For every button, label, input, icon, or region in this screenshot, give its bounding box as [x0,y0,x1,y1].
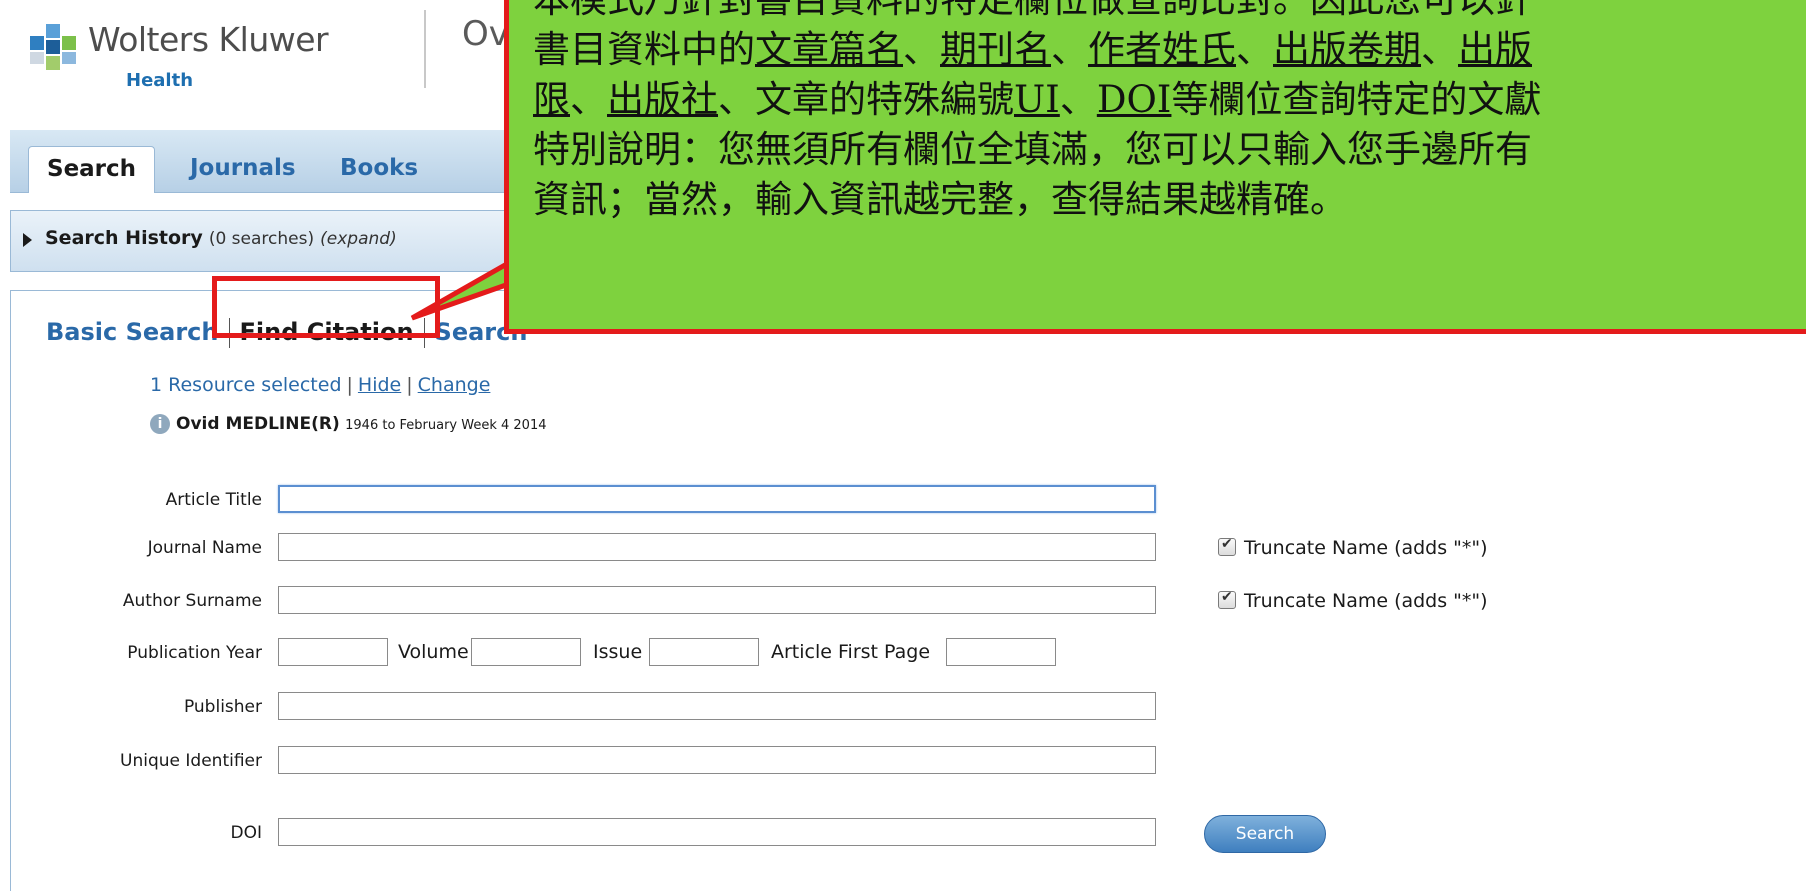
publication-year-input[interactable] [278,638,388,666]
publisher-input[interactable] [278,692,1156,720]
mode-basic-search[interactable]: Basic Search [46,318,219,346]
volume-input[interactable] [471,638,581,666]
callout-line-4: 特別說明：您無須所有欄位全填滿，您可以只輸入您手邊所有 [533,128,1532,171]
doi-input[interactable] [278,818,1156,846]
truncate-journal-label: Truncate Name (adds "*") [1244,537,1488,559]
expand-arrow-icon[interactable] [23,233,32,247]
author-surname-input[interactable] [278,586,1156,614]
callout-line-5: 資訊；當然，輸入資訊越完整，查得結果越精確。 [533,178,1347,221]
search-history-text: Search History (0 searches) (expand) [45,227,397,249]
callout-line-3: 限、出版社、文章的特殊編號UI、DOI等欄位查詢特定的文獻 [533,78,1542,121]
journal-name-label: Journal Name [147,538,262,558]
issue-input[interactable] [649,638,759,666]
header-divider [424,10,426,88]
tab-journals[interactable]: Journals [172,146,314,192]
search-button[interactable]: Search [1204,815,1326,853]
callout-line-2: 書目資料中的文章篇名、期刊名、作者姓氏、出版卷期、出版 [533,28,1532,71]
article-first-page-label: Article First Page [771,641,931,663]
database-name: Ovid MEDLINE(R) [176,414,340,434]
truncate-author-checkbox[interactable] [1218,589,1236,609]
search-history-label[interactable]: Search History [45,227,203,249]
resource-selection: 1 Resource selected | Hide | Change [150,374,491,396]
publisher-label: Publisher [183,697,262,717]
brand-name: Wolters Kluwer [88,20,329,59]
database-range: 1946 to February Week 4 2014 [345,418,547,433]
doi-label: DOI [230,823,263,843]
article-title-label: Article Title [165,490,262,510]
info-icon[interactable]: i [150,414,170,434]
tab-books[interactable]: Books [322,146,436,192]
product-title: Ov [462,14,509,54]
resource-selected-count: 1 Resource selected [150,374,342,396]
brand-subtitle: Health [126,70,194,91]
journal-name-input[interactable] [278,533,1156,561]
hide-link[interactable]: Hide [358,374,401,396]
truncate-author-option[interactable]: Truncate Name (adds "*") [1218,589,1488,612]
unique-identifier-input[interactable] [278,746,1156,774]
publication-year-label: Publication Year [127,643,262,663]
wolters-kluwer-logo: Wolters Kluwer Health [28,12,408,91]
search-history-count: (0 searches) [208,229,315,249]
database-info: i Ovid MEDLINE(R) 1946 to February Week 4… [150,414,547,434]
callout-text: 本模式乃針對書目資料的特定欄位做查詢比對。因此您可以針 書目資料中的文章篇名、期… [533,0,1541,225]
truncate-journal-checkbox[interactable] [1218,536,1236,556]
change-link[interactable]: Change [418,374,491,396]
article-first-page-input[interactable] [946,638,1056,666]
search-history-expand[interactable]: (expand) [320,229,397,249]
volume-label: Volume [398,641,469,663]
author-surname-label: Author Surname [122,591,262,611]
truncate-author-label: Truncate Name (adds "*") [1244,590,1488,612]
article-title-input[interactable] [278,485,1156,513]
issue-label: Issue [593,641,643,663]
truncate-journal-option[interactable]: Truncate Name (adds "*") [1218,536,1488,559]
annotation-callout: 本模式乃針對書目資料的特定欄位做查詢比對。因此您可以針 書目資料中的文章篇名、期… [504,0,1806,334]
unique-identifier-label: Unique Identifier [120,751,262,771]
find-citation-highlight [212,276,440,338]
tab-search[interactable]: Search [28,146,156,193]
callout-line-1: 本模式乃針對書目資料的特定欄位做查詢比對。因此您可以針 [533,0,1541,25]
logo-mark-icon [30,24,76,70]
